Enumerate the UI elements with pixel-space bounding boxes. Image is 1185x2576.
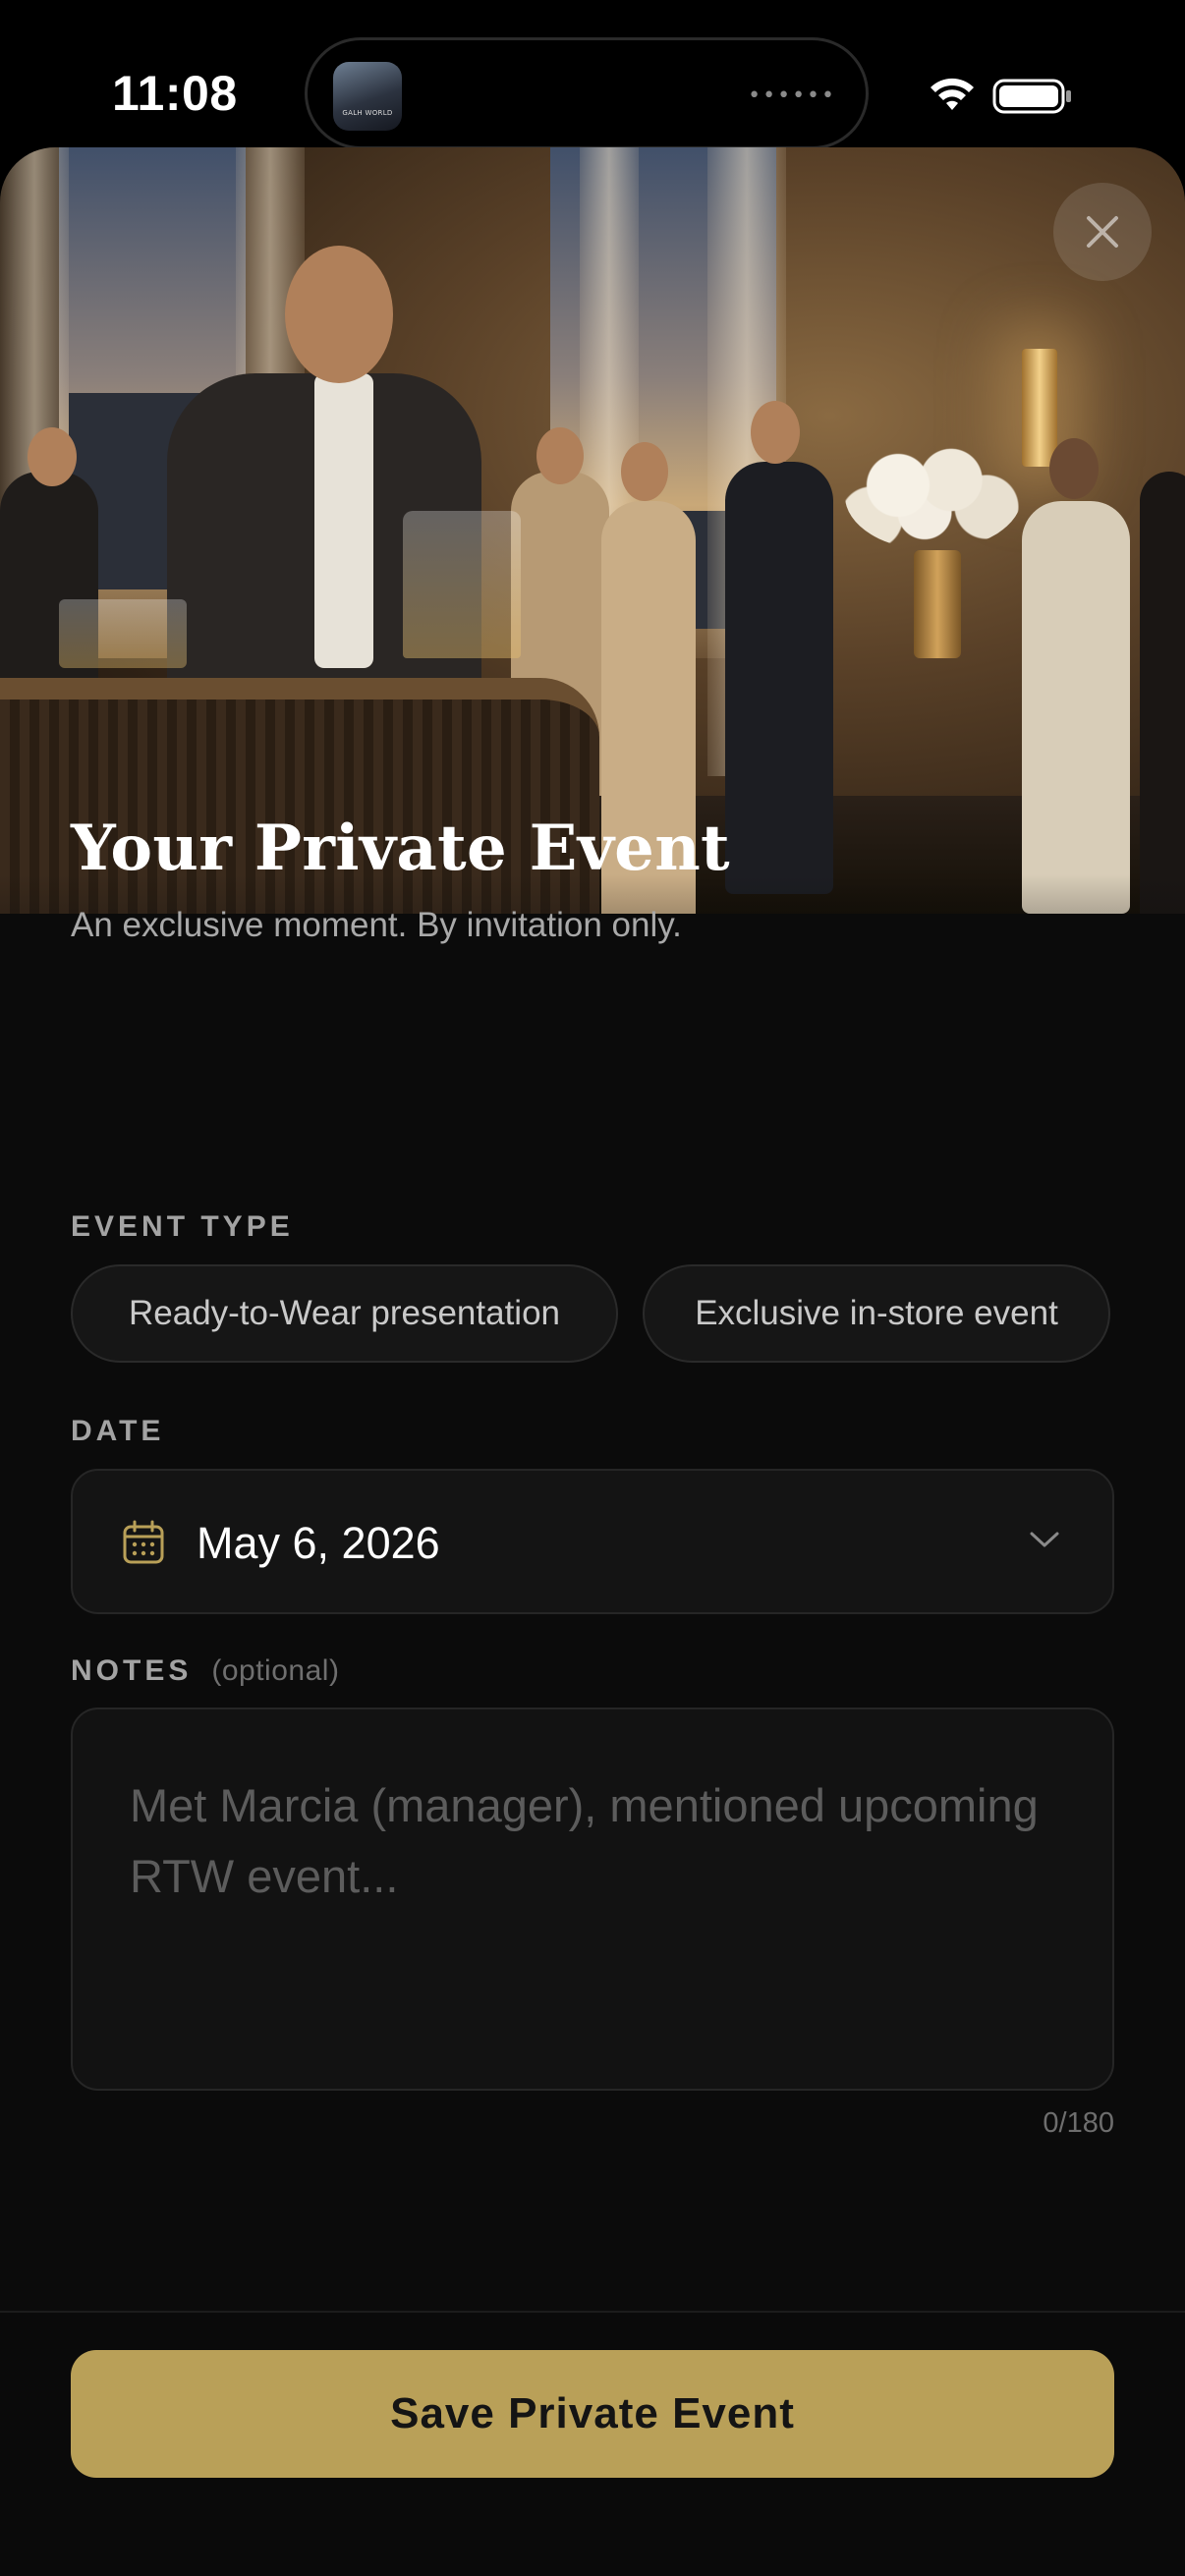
- footer-bar: Save Private Event: [0, 2311, 1185, 2576]
- wifi-icon: [931, 78, 974, 110]
- dynamic-island[interactable]: GALH WORLD ••••••: [305, 37, 869, 149]
- page-title: Your Private Event: [71, 812, 730, 885]
- notes-input[interactable]: [130, 1770, 1063, 2045]
- event-type-label: EVENT TYPE: [71, 1210, 294, 1244]
- date-picker[interactable]: May 6, 2026: [71, 1469, 1114, 1614]
- calendar-icon: [123, 1520, 164, 1564]
- island-thumbnail-label: GALH WORLD: [342, 109, 393, 117]
- event-type-label-text: EVENT TYPE: [71, 1210, 294, 1243]
- notes-optional-label: (optional): [211, 1654, 340, 1687]
- event-type-chip-rtw[interactable]: Ready-to-Wear presentation: [71, 1264, 618, 1363]
- close-icon: [1087, 216, 1118, 248]
- save-private-event-button[interactable]: Save Private Event: [71, 2350, 1114, 2478]
- event-type-chip-in-store[interactable]: Exclusive in-store event: [643, 1264, 1110, 1363]
- island-activity-dots-icon: ••••••: [748, 84, 836, 108]
- notes-char-count: 0/180: [1043, 2107, 1114, 2139]
- close-button[interactable]: [1053, 183, 1152, 281]
- island-app-thumbnail: GALH WORLD: [333, 62, 402, 131]
- notes-field[interactable]: [71, 1708, 1114, 2091]
- notes-label-text: NOTES: [71, 1654, 193, 1687]
- date-label-text: DATE: [71, 1415, 165, 1447]
- status-bar: 11:08 GALH WORLD ••••••: [0, 0, 1185, 149]
- date-label: DATE: [71, 1415, 164, 1448]
- notes-label: NOTES (optional): [71, 1654, 339, 1688]
- battery-icon: [992, 79, 1071, 114]
- status-time: 11:08: [112, 66, 238, 121]
- hero-image: [0, 147, 1185, 914]
- page-subtitle: An exclusive moment. By invitation only.: [71, 906, 682, 944]
- chevron-down-icon: [1030, 1532, 1059, 1547]
- date-value: May 6, 2026: [197, 1518, 440, 1568]
